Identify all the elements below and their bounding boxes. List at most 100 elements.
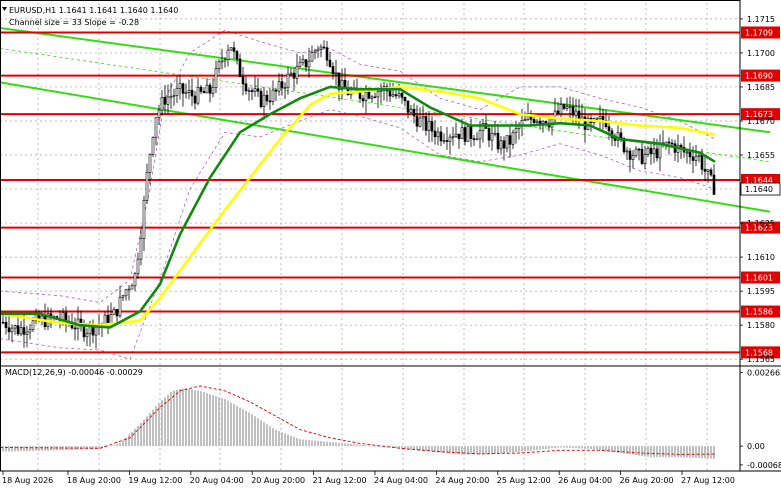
candle-body-49 [148, 154, 152, 173]
price-tick-label-4: 1.1655 [747, 151, 775, 160]
macd-bar-80 [242, 409, 244, 447]
candle-body-231 [694, 155, 698, 161]
macd-bar-187 [563, 446, 565, 448]
candle-body-88 [265, 94, 269, 102]
candle-body-2 [7, 327, 11, 333]
macd-tick-label-0: 0.00266 [747, 369, 780, 378]
candle-body-28 [85, 333, 89, 338]
candle-body-149 [448, 136, 452, 142]
macd-bar-169 [509, 446, 511, 453]
time-tick-label-10: 26 Aug 20:00 [620, 476, 674, 485]
candle-body-121 [364, 91, 368, 101]
macd-bar-233 [701, 446, 703, 459]
candle-body-84 [253, 88, 257, 92]
macd-tick-label-2: -0.00068 [747, 461, 781, 470]
candle-body-216 [649, 147, 653, 155]
candle-body-136 [409, 108, 413, 113]
candle-body-169 [508, 135, 512, 145]
candle-body-93 [280, 81, 284, 89]
chart-frame [0, 0, 781, 472]
time-tick-label-11: 27 Aug 12:00 [681, 476, 735, 485]
candle-body-44 [133, 272, 137, 287]
candle-body-77 [232, 47, 236, 52]
macd-bar-81 [245, 410, 247, 447]
macd-bar-179 [539, 446, 541, 450]
candle-body-39 [118, 296, 122, 317]
macd-bar-22 [68, 446, 70, 450]
macd-bar-214 [644, 446, 646, 457]
candle-body-165 [496, 132, 500, 150]
candle-body-218 [655, 148, 659, 159]
candle-body-75 [226, 49, 230, 60]
macd-bar-62 [188, 388, 190, 447]
macd-bar-225 [677, 446, 679, 458]
macd-bar-195 [587, 446, 589, 449]
macd-bar-102 [308, 440, 310, 447]
candle-body-151 [454, 133, 458, 138]
macd-bar-166 [500, 446, 502, 454]
macd-bar-119 [359, 444, 361, 447]
macd-bar-228 [686, 446, 688, 458]
macd-bar-219 [659, 446, 661, 458]
macd-bar-215 [647, 446, 649, 457]
candle-body-57 [172, 95, 176, 97]
macd-bar-136 [410, 446, 412, 450]
time-axis: 18 Aug 2026 18 Aug 20:00 19 Aug 12:00 20 Au… [2, 471, 735, 485]
macd-bar-50 [152, 409, 154, 447]
macd-bar-174 [524, 446, 526, 452]
candle-body-208 [625, 150, 629, 153]
candle-body-79 [238, 58, 242, 78]
candle-body-6 [19, 327, 23, 335]
macd-bar-227 [683, 446, 685, 458]
candle-body-210 [631, 155, 635, 160]
candle-body-235 [706, 169, 710, 172]
macd-bar-6 [20, 446, 22, 452]
macd-bar-229 [689, 446, 691, 458]
candle-body-234 [703, 168, 707, 172]
macd-bar-198 [596, 446, 598, 450]
candle-body-31 [94, 327, 98, 336]
macd-bar-165 [497, 446, 499, 454]
macd-bar-213 [641, 446, 643, 457]
candle-body-109 [328, 59, 332, 67]
macd-bar-170 [512, 446, 514, 453]
macd-bar-74 [224, 399, 226, 447]
candle-body-178 [535, 120, 539, 123]
macd-bar-7 [23, 446, 25, 452]
candle-body-213 [640, 148, 644, 164]
envelope-lines [0, 29, 716, 360]
macd-bar-176 [530, 446, 532, 451]
candle-body-76 [229, 47, 233, 51]
candle-body-200 [601, 115, 605, 121]
macd-bar-207 [623, 446, 625, 454]
candle-body-102 [307, 60, 311, 68]
candle-body-167 [502, 140, 506, 149]
macd-bar-178 [536, 446, 538, 450]
macd-bar-88 [266, 424, 268, 447]
macd-bar-107 [323, 441, 325, 447]
candle-body-53 [160, 96, 164, 111]
candle-body-50 [151, 137, 155, 155]
candle-body-125 [376, 91, 380, 98]
macd-bar-163 [491, 446, 493, 455]
macd-bar-103 [311, 440, 313, 447]
candle-body-164 [493, 132, 497, 135]
macd-bar-95 [287, 434, 289, 447]
macd-bar-8 [26, 446, 28, 452]
current-price-label: 1.1640 [745, 185, 773, 194]
macd-bar-28 [86, 446, 88, 450]
macd-bar-112 [338, 442, 340, 447]
price-tick-label-0: 1.1715 [747, 15, 775, 24]
time-tick-label-0: 18 Aug 2026 [2, 476, 53, 485]
macd-tick-label-1: 0.00 [747, 442, 765, 451]
macd-bar-101 [305, 439, 307, 447]
time-tick-label-3: 20 Aug 04:00 [190, 476, 244, 485]
candle-body-5 [16, 325, 20, 335]
candle-body-236 [709, 169, 713, 176]
candle-body-223 [670, 142, 674, 145]
macd-bar-115 [347, 443, 349, 447]
candle-body-155 [466, 126, 470, 142]
candle-body-59 [178, 83, 182, 89]
candle-body-222 [667, 141, 671, 144]
candle-body-130 [391, 94, 395, 97]
